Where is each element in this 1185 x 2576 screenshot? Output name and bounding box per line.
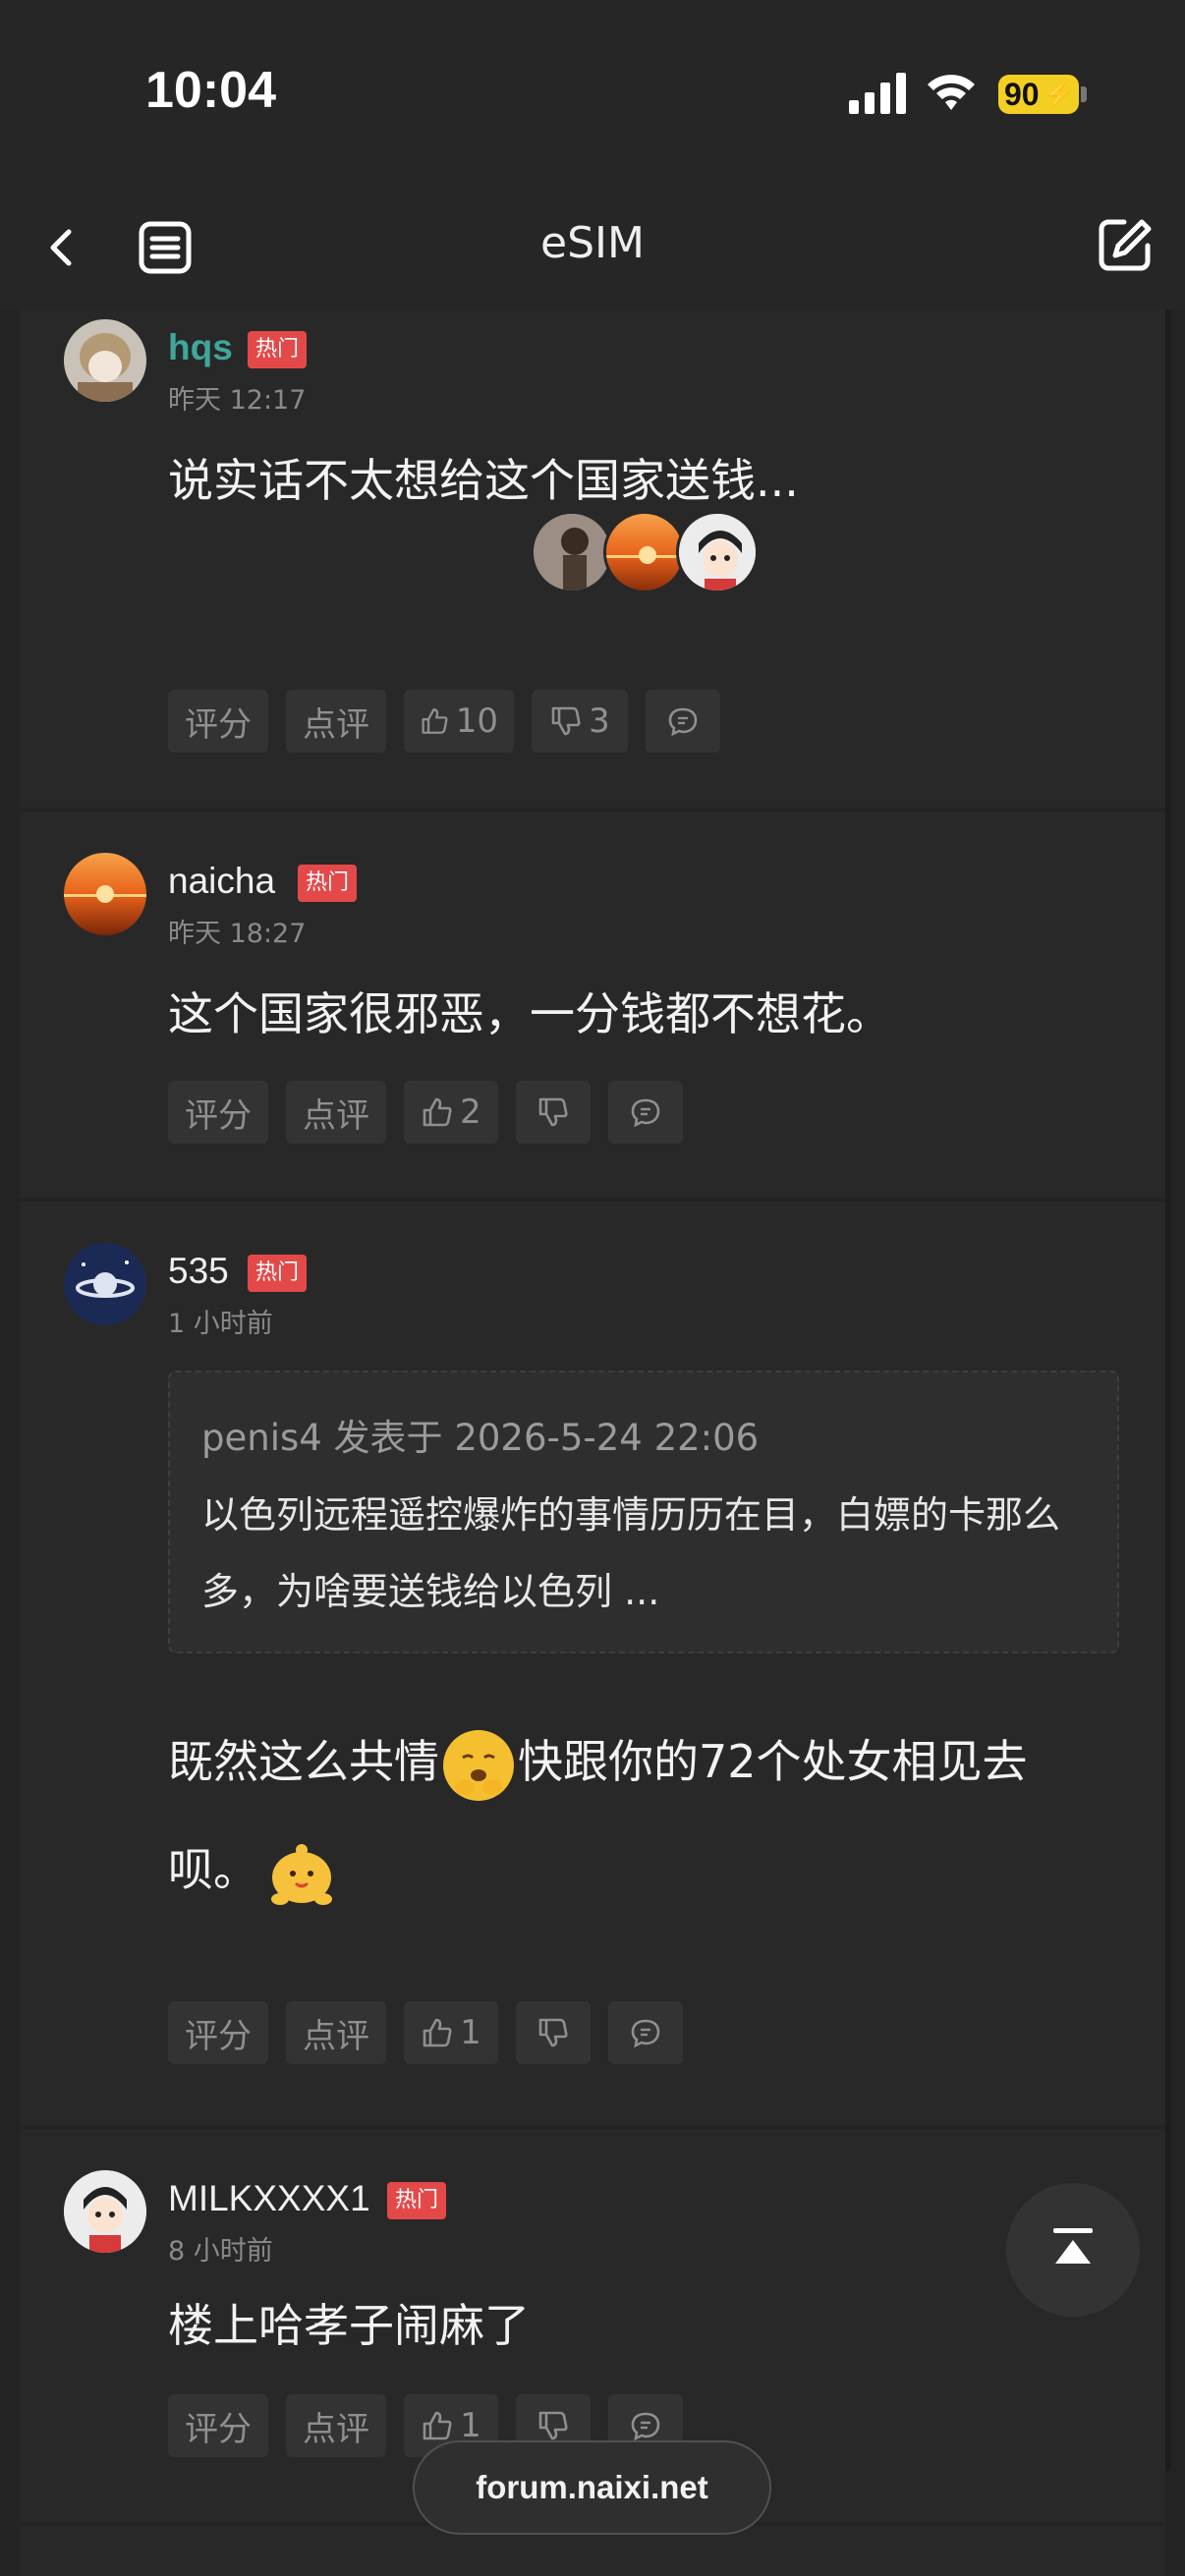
post-actions: 评分 点评 1 bbox=[168, 2001, 683, 2064]
reactor-avatar bbox=[531, 511, 613, 593]
dislike-button[interactable]: 3 bbox=[532, 690, 628, 753]
post-time: 8 小时前 bbox=[168, 2236, 273, 2267]
post-text-line-2: 呗。 bbox=[168, 1830, 335, 1909]
post-time: 昨天 18:27 bbox=[168, 919, 307, 949]
like-count: 10 bbox=[455, 701, 498, 741]
review-label: 点评 bbox=[303, 2409, 369, 2449]
page-title: eSIM bbox=[540, 218, 645, 268]
comment-bubble-icon bbox=[631, 2412, 660, 2441]
rate-label: 评分 bbox=[185, 704, 252, 745]
charging-bolt-icon: ⚡ bbox=[1043, 80, 1075, 109]
review-button[interactable]: 点评 bbox=[286, 1081, 386, 1144]
hot-badge: 热门 bbox=[248, 331, 308, 368]
reply-button[interactable] bbox=[608, 2001, 683, 2064]
thumbs-down-icon bbox=[538, 2018, 568, 2047]
review-button[interactable]: 点评 bbox=[286, 2001, 386, 2064]
thumbs-up-icon bbox=[422, 708, 448, 734]
reactor-avatar bbox=[676, 511, 759, 593]
battery-tip bbox=[1081, 86, 1087, 102]
comment-bubble-icon bbox=[631, 2019, 660, 2048]
cellular-signal-icon bbox=[849, 73, 906, 114]
comment-bubble-icon bbox=[631, 1098, 660, 1128]
username[interactable]: MILKXXXX1 bbox=[168, 2178, 370, 2219]
battery-level: 90 bbox=[1004, 77, 1040, 112]
like-button[interactable]: 10 bbox=[404, 690, 514, 753]
thumbs-down-icon bbox=[538, 2411, 568, 2440]
post-actions: 评分 点评 2 bbox=[168, 1081, 683, 1144]
quote-body: 以色列远程遥控爆炸的事情历历在目，白嫖的卡那么多，为啥要送钱给以色列 ... bbox=[201, 1493, 1061, 1613]
thumbs-down-icon bbox=[551, 706, 581, 736]
scrollbar[interactable] bbox=[1165, 309, 1171, 2471]
like-count: 1 bbox=[460, 2013, 481, 2052]
post-text: 说实话不太想给这个国家送钱... bbox=[168, 454, 799, 507]
wifi-icon bbox=[928, 75, 975, 110]
hot-badge: 热门 bbox=[387, 2182, 447, 2219]
like-count: 2 bbox=[460, 1092, 481, 1132]
post-time: 昨天 12:17 bbox=[168, 385, 307, 416]
username[interactable]: hqs bbox=[168, 327, 233, 368]
username[interactable]: naicha bbox=[168, 861, 275, 902]
comment-bubble-icon bbox=[668, 707, 698, 737]
emoji-sticker-icon bbox=[443, 1729, 514, 1801]
compose-edit-icon[interactable] bbox=[1097, 216, 1154, 273]
post-time: 1 小时前 bbox=[168, 1309, 273, 1339]
post-text: 楼上哈孝子闹麻了 bbox=[168, 2299, 530, 2352]
dislike-count: 3 bbox=[589, 701, 610, 741]
post-text-part: 既然这么共情 bbox=[168, 1735, 439, 1788]
avatar[interactable] bbox=[64, 853, 146, 935]
dislike-button[interactable] bbox=[516, 2001, 591, 2064]
post-item: 535 热门 1 小时前 penis4 发表于 2026-5-24 22:06 … bbox=[20, 1202, 1165, 2125]
reactor-avatar bbox=[603, 511, 686, 593]
like-button[interactable]: 1 bbox=[404, 2001, 498, 2064]
hot-badge: 热门 bbox=[298, 865, 358, 902]
post-text: 既然这么共情 快跟你的72个处女相见去 bbox=[168, 1722, 1151, 1801]
review-label: 点评 bbox=[303, 1095, 369, 1136]
rate-button[interactable]: 评分 bbox=[168, 2394, 268, 2457]
post-text-part: 快跟你的72个处女相见去 bbox=[518, 1735, 1028, 1788]
thumbs-down-icon bbox=[538, 1097, 568, 1127]
reply-button[interactable] bbox=[646, 690, 720, 753]
review-label: 点评 bbox=[303, 704, 369, 745]
url-bar[interactable]: forum.naixi.net bbox=[413, 2440, 771, 2535]
emoji-sticker-icon bbox=[264, 1838, 335, 1909]
username[interactable]: 535 bbox=[168, 1251, 229, 1292]
rate-button[interactable]: 评分 bbox=[168, 2001, 268, 2064]
post-list: hqs 热门 昨天 12:17 说实话不太想给这个国家送钱... 评分 点评 1… bbox=[20, 309, 1165, 2576]
post-actions: 评分 点评 10 3 bbox=[168, 690, 720, 753]
thumbs-up-icon bbox=[423, 2018, 452, 2047]
thumbs-up-icon bbox=[423, 2411, 452, 2440]
post-text-part: 呗。 bbox=[168, 1843, 258, 1896]
thumbs-up-icon bbox=[423, 1097, 452, 1127]
battery-indicator: 90 ⚡ bbox=[998, 75, 1079, 114]
nav-bar: eSIM bbox=[0, 187, 1185, 309]
like-button[interactable]: 2 bbox=[404, 1081, 498, 1144]
status-bar: 10:04 90 ⚡ bbox=[0, 0, 1185, 187]
review-label: 点评 bbox=[303, 2016, 369, 2056]
review-button[interactable]: 点评 bbox=[286, 2394, 386, 2457]
rate-button[interactable]: 评分 bbox=[168, 690, 268, 753]
scroll-top-icon bbox=[1053, 2228, 1093, 2264]
quote-header: penis4 发表于 2026-5-24 22:06 bbox=[201, 1417, 760, 1459]
reply-button[interactable] bbox=[608, 1081, 683, 1144]
dislike-button[interactable] bbox=[516, 1081, 591, 1144]
quoted-post[interactable]: penis4 发表于 2026-5-24 22:06 以色列远程遥控爆炸的事情历… bbox=[168, 1371, 1119, 1653]
hot-badge: 热门 bbox=[248, 1255, 308, 1292]
avatar[interactable] bbox=[64, 2170, 146, 2253]
avatar[interactable] bbox=[64, 319, 146, 402]
post-item: hqs 热门 昨天 12:17 说实话不太想给这个国家送钱... 评分 点评 1… bbox=[20, 309, 1165, 808]
rate-label: 评分 bbox=[185, 1095, 252, 1136]
rate-label: 评分 bbox=[185, 2409, 252, 2449]
avatar[interactable] bbox=[64, 1243, 146, 1325]
rate-button[interactable]: 评分 bbox=[168, 1081, 268, 1144]
like-count: 1 bbox=[460, 2406, 481, 2445]
post-item: naicha 热门 昨天 18:27 这个国家很邪恶，一分钱都不想花。 评分 点… bbox=[20, 812, 1165, 1198]
post-text: 这个国家很邪恶，一分钱都不想花。 bbox=[168, 987, 891, 1040]
rate-label: 评分 bbox=[185, 2016, 252, 2056]
scroll-to-top-button[interactable] bbox=[1006, 2183, 1140, 2317]
status-time: 10:04 bbox=[145, 62, 276, 119]
review-button[interactable]: 点评 bbox=[286, 690, 386, 753]
